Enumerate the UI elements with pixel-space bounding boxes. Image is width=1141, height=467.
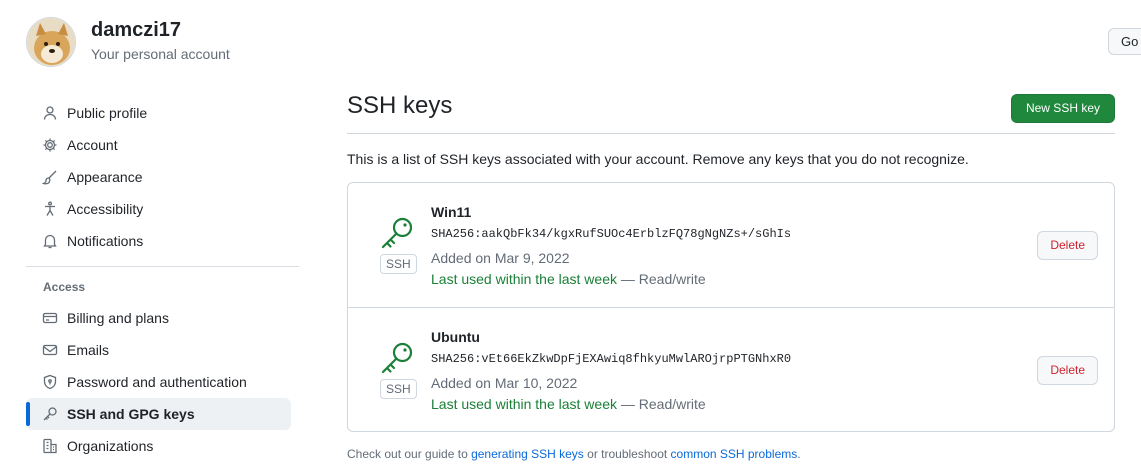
delete-key-button[interactable]: Delete: [1037, 231, 1098, 260]
sidebar-item-label: SSH and GPG keys: [67, 406, 195, 422]
avatar[interactable]: [26, 17, 76, 67]
new-ssh-key-button[interactable]: New SSH key: [1010, 94, 1115, 123]
go-to-profile-button[interactable]: Go: [1108, 28, 1141, 55]
key-icon: [379, 340, 415, 376]
ssh-keys-main: SSH keys New SSH key This is a list of S…: [347, 88, 1115, 461]
ssh-keys-list: SSH Win11 SHA256:aakQbFk34/kgxRufSUOc4Er…: [347, 182, 1115, 432]
page-title: SSH keys: [347, 92, 453, 119]
account-subtitle: Your personal account: [91, 46, 230, 62]
key-usage: Last used within the last week — Read/wr…: [431, 269, 791, 289]
sidebar-item-label: Accessibility: [67, 201, 144, 217]
sidebar-item-billing[interactable]: Billing and plans: [26, 302, 299, 334]
sidebar-item-public-profile[interactable]: Public profile: [26, 97, 299, 129]
sidebar-item-label: Account: [67, 137, 118, 153]
sidebar-item-label: Password and authentication: [67, 374, 247, 390]
key-info: Ubuntu SHA256:vEt66EkZkwDpFjEXAwiq8fhkyu…: [431, 328, 791, 414]
key-added-date: Added on Mar 10, 2022: [431, 375, 578, 391]
account-name[interactable]: damczi17: [91, 18, 230, 42]
ssh-type-badge: SSH: [380, 379, 417, 399]
sidebar-item-label: Appearance: [67, 169, 143, 185]
page-header: SSH keys New SSH key: [347, 88, 1115, 134]
key-title: Ubuntu: [431, 329, 480, 345]
key-icon: [379, 215, 415, 251]
footer-help-text: Check out our guide to generating SSH ke…: [347, 447, 1115, 461]
footer-prefix: Check out our guide to: [347, 447, 472, 461]
settings-sidebar: Public profile Account Appearance Access…: [26, 97, 299, 462]
sidebar-item-label: Emails: [67, 342, 110, 358]
sidebar-item-organizations[interactable]: Organizations: [26, 430, 299, 462]
sidebar-item-appearance[interactable]: Appearance: [26, 161, 299, 193]
sidebar-section-access: Access: [43, 280, 86, 294]
accessibility-icon: [42, 201, 58, 217]
key-last-used: Last used within the last week: [431, 396, 617, 412]
account-header: damczi17 Your personal account: [26, 17, 230, 67]
key-access-level: — Read/write: [617, 271, 706, 287]
sidebar-divider: [26, 266, 299, 267]
key-fingerprint: SHA256:vEt66EkZkwDpFjEXAwiq8fhkyuMwlAROj…: [431, 352, 792, 366]
gear-icon: [42, 137, 58, 153]
footer-suffix: .: [797, 447, 801, 461]
sidebar-item-label: Organizations: [67, 438, 154, 454]
sidebar-item-notifications[interactable]: Notifications: [26, 225, 299, 257]
sidebar-item-label: Public profile: [67, 105, 148, 121]
sidebar-item-ssh-gpg-keys[interactable]: SSH and GPG keys: [26, 398, 291, 430]
bell-icon: [42, 233, 58, 249]
sidebar-item-label: Notifications: [67, 233, 144, 249]
sidebar-item-label: Billing and plans: [67, 310, 169, 326]
sidebar-item-password-auth[interactable]: Password and authentication: [26, 366, 299, 398]
key-access-level: — Read/write: [617, 396, 706, 412]
key-fingerprint: SHA256:aakQbFk34/kgxRufSUOc4ErblzFQ78gNg…: [431, 227, 792, 241]
footer-middle: or troubleshoot: [583, 447, 671, 461]
delete-key-button[interactable]: Delete: [1037, 356, 1098, 385]
ssh-type-badge: SSH: [380, 254, 417, 274]
mail-icon: [42, 342, 58, 358]
generating-ssh-keys-link[interactable]: generating SSH keys: [471, 447, 584, 461]
credit-card-icon: [42, 310, 58, 326]
paintbrush-icon: [42, 169, 58, 185]
ssh-key-row: SSH Ubuntu SHA256:vEt66EkZkwDpFjEXAwiq8f…: [348, 307, 1114, 431]
sidebar-item-accessibility[interactable]: Accessibility: [26, 193, 299, 225]
person-icon: [42, 105, 58, 121]
ssh-key-row: SSH Win11 SHA256:aakQbFk34/kgxRufSUOc4Er…: [348, 183, 1114, 307]
shield-lock-icon: [42, 374, 58, 390]
key-added-date: Added on Mar 9, 2022: [431, 250, 570, 266]
sidebar-item-emails[interactable]: Emails: [26, 334, 299, 366]
organization-icon: [42, 438, 58, 454]
sidebar-item-account[interactable]: Account: [26, 129, 299, 161]
key-title: Win11: [431, 204, 472, 220]
key-last-used: Last used within the last week: [431, 271, 617, 287]
intro-text: This is a list of SSH keys associated wi…: [347, 151, 969, 167]
key-info: Win11 SHA256:aakQbFk34/kgxRufSUOc4ErblzF…: [431, 203, 791, 289]
key-usage: Last used within the last week — Read/wr…: [431, 394, 791, 414]
common-ssh-problems-link[interactable]: common SSH problems: [671, 447, 798, 461]
key-icon: [42, 406, 58, 422]
